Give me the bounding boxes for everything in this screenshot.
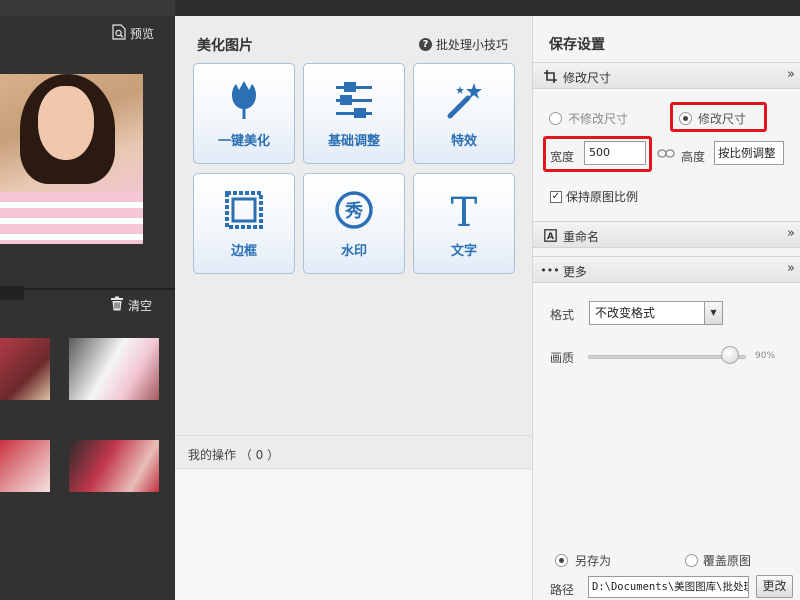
operations-list (175, 470, 532, 600)
preview-photo (0, 74, 143, 244)
operations-bar: 我的操作 （ 0 ） (175, 435, 532, 469)
quality-value: 90% (755, 351, 776, 361)
frame-icon (194, 188, 294, 232)
preview-button[interactable]: 预览 (112, 24, 154, 43)
crop-icon (543, 69, 557, 83)
chevron-double-down-icon: » (787, 67, 795, 82)
text-icon: T (414, 188, 514, 232)
thumbnail-image[interactable] (69, 338, 159, 400)
save-settings-title: 保存设置 (549, 37, 605, 53)
quality-label: 画质 (550, 351, 575, 365)
keep-ratio-checkbox[interactable]: ✓ 保持原图比例 (550, 188, 638, 205)
watermark-icon: 秀 (304, 188, 404, 232)
thumbnail-image[interactable] (0, 440, 50, 492)
batch-tips-label: 批处理小技巧 (435, 38, 508, 52)
magic-wand-icon (414, 78, 514, 122)
path-label: 路径 (550, 583, 575, 597)
no-resize-radio[interactable]: 不修改尺寸 (549, 110, 628, 127)
tool-label: 一键美化 (217, 134, 270, 149)
resize-section-title: 修改尺寸 (563, 71, 612, 85)
save-as-label: 另存为 (575, 554, 612, 568)
rename-icon: A (543, 228, 557, 242)
one-click-beautify-button[interactable]: 一键美化 (193, 63, 295, 164)
tools-panel: 美化图片 ? 批处理小技巧 一键美化 基础调整 特效 边框 秀 水印 T 文字 … (175, 16, 532, 600)
chevron-double-right-icon: » (787, 226, 795, 241)
format-value: 不改变格式 (595, 306, 656, 320)
rename-section-header[interactable]: A 重命名 » (533, 221, 800, 248)
height-label: 高度 (681, 150, 706, 164)
tool-label: 文字 (450, 244, 477, 259)
tool-label: 基础调整 (327, 134, 380, 149)
thumbnail-image[interactable] (69, 440, 159, 492)
highlight-box (543, 136, 652, 172)
clear-button[interactable]: 清空 (110, 296, 152, 314)
preview-label: 预览 (130, 27, 155, 41)
tool-label: 边框 (230, 244, 257, 259)
trash-icon (110, 296, 124, 314)
svg-text:秀: 秀 (344, 201, 363, 222)
overwrite-radio[interactable]: 覆盖原图 (685, 552, 751, 569)
border-button[interactable]: 边框 (193, 173, 295, 274)
help-icon: ? (418, 38, 432, 51)
preview-icon (112, 24, 126, 43)
batch-tips-link[interactable]: ? 批处理小技巧 (418, 36, 508, 53)
watermark-button[interactable]: 秀 水印 (303, 173, 405, 274)
no-resize-label: 不修改尺寸 (568, 112, 629, 126)
link-icon[interactable] (657, 147, 675, 161)
checkbox-checked-icon: ✓ (550, 190, 562, 203)
radio-dot (549, 112, 562, 125)
save-as-radio[interactable]: 另存为 (555, 552, 611, 569)
quality-slider-handle[interactable] (721, 346, 740, 364)
save-settings-panel: 保存设置 修改尺寸 » 不修改尺寸 修改尺寸 宽度 500 高度 按比例调整 ✓… (532, 16, 800, 600)
more-section-title: 更多 (563, 265, 588, 279)
clear-label: 清空 (128, 298, 153, 313)
thumbnail-image[interactable] (0, 338, 50, 400)
tool-label: 水印 (340, 244, 367, 259)
tulip-icon (194, 78, 294, 122)
keep-ratio-label: 保持原图比例 (566, 190, 639, 204)
svg-text:T: T (451, 190, 478, 230)
tool-label: 特效 (450, 134, 477, 149)
overwrite-label: 覆盖原图 (703, 554, 752, 568)
format-label: 格式 (550, 308, 575, 322)
dropdown-arrow-icon[interactable]: ▼ (704, 302, 722, 324)
radio-dot (685, 554, 698, 567)
left-panel: 预览 清空 (0, 0, 175, 600)
highlight-box (670, 102, 767, 132)
more-dots-icon: ••• (540, 263, 560, 277)
rename-section-title: 重命名 (563, 230, 600, 244)
path-input[interactable]: D:\Documents\美图图库\批处理 (588, 576, 749, 598)
collapse-handle[interactable] (0, 286, 24, 300)
panel-divider (0, 288, 175, 290)
basic-adjust-button[interactable]: 基础调整 (303, 63, 405, 164)
tools-panel-title: 美化图片 (197, 38, 253, 54)
radio-dot-selected (555, 554, 568, 567)
change-path-button[interactable]: 更改 (756, 575, 793, 598)
sliders-icon (304, 78, 404, 122)
more-section-header[interactable]: ••• 更多 » (533, 256, 800, 283)
resize-section-header[interactable]: 修改尺寸 » (533, 62, 800, 89)
text-button[interactable]: T 文字 (413, 173, 515, 274)
svg-text:A: A (547, 232, 554, 242)
top-bar (0, 0, 175, 16)
effects-button[interactable]: 特效 (413, 63, 515, 164)
format-select[interactable]: 不改变格式 ▼ (589, 301, 723, 325)
height-input[interactable]: 按比例调整 (714, 141, 784, 165)
operations-label: 我的操作 （ 0 ） (188, 448, 280, 462)
chevron-double-down-icon: » (787, 261, 795, 276)
